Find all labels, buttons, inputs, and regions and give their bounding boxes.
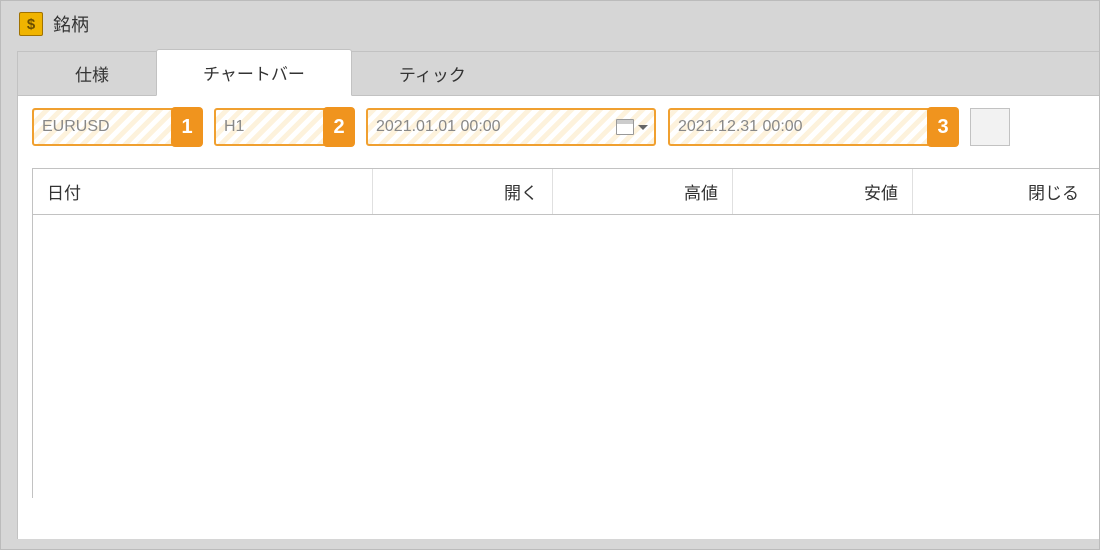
window-title: 銘柄	[53, 11, 89, 37]
column-low[interactable]: 安値	[733, 169, 913, 214]
symbol-input[interactable]: EURUSD 1	[32, 108, 202, 146]
chevron-down-icon	[638, 125, 648, 130]
callout-badge-1: 1	[171, 107, 203, 147]
titlebar: $ 銘柄	[1, 1, 1099, 51]
timeframe-select[interactable]: H1 2	[214, 108, 354, 146]
dollar-icon: $	[19, 12, 43, 36]
column-high[interactable]: 高値	[553, 169, 733, 214]
calendar-icon	[616, 119, 634, 135]
tab-specification[interactable]: 仕様	[28, 50, 156, 96]
column-close[interactable]: 閉じる	[913, 169, 1093, 214]
date-to-input[interactable]: 2021.12.31 00:00 3	[668, 108, 958, 146]
symbol-value: EURUSD	[42, 118, 110, 136]
filter-toolbar: EURUSD 1 H1 2 2021.01.01 00:00 2021.12.3…	[18, 96, 1099, 164]
column-open[interactable]: 開く	[373, 169, 553, 214]
symbol-window: $ 銘柄 仕様 チャートバー ティック EURUSD 1 H1 2 2021.0…	[0, 0, 1100, 550]
callout-badge-2: 2	[323, 107, 355, 147]
callout-badge-3: 3	[927, 107, 959, 147]
column-date[interactable]: 日付	[33, 169, 373, 214]
tab-chart-bar[interactable]: チャートバー	[156, 49, 352, 96]
tab-strip: 仕様 チャートバー ティック	[18, 52, 1099, 96]
table-header: 日付 開く 高値 安値 閉じる	[33, 169, 1099, 215]
content-area: 仕様 チャートバー ティック EURUSD 1 H1 2 2021.01.01 …	[17, 51, 1099, 539]
date-from-input[interactable]: 2021.01.01 00:00	[366, 108, 656, 146]
data-table: 日付 開く 高値 安値 閉じる	[32, 168, 1099, 498]
tab-tick[interactable]: ティック	[352, 50, 513, 96]
date-picker-button[interactable]	[616, 119, 648, 135]
request-button[interactable]	[970, 108, 1010, 146]
timeframe-value: H1	[224, 118, 244, 136]
date-from-value: 2021.01.01 00:00	[376, 118, 501, 136]
date-to-value: 2021.12.31 00:00	[678, 118, 803, 136]
